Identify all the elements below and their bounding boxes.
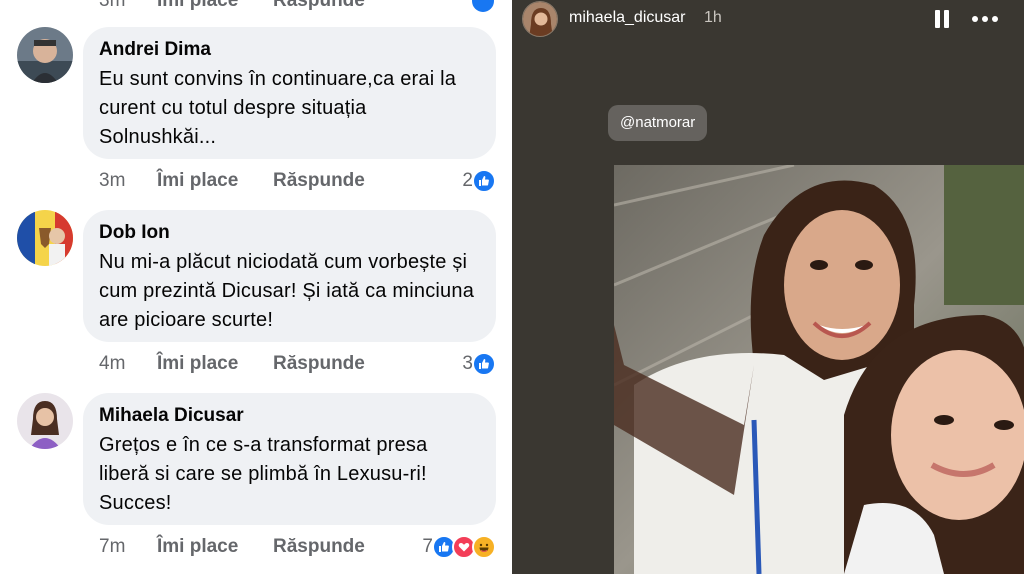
avatar[interactable]: [17, 393, 73, 449]
comment-time[interactable]: 7m: [99, 536, 157, 558]
story-avatar[interactable]: [522, 1, 558, 37]
comment-text: Grețos e în ce s-a transformat presa lib…: [99, 434, 428, 514]
like-link[interactable]: Îmi place: [157, 170, 273, 192]
reaction-summary[interactable]: 3: [462, 351, 496, 377]
story-photo: [614, 165, 1024, 574]
comment-time: 3m: [99, 0, 126, 11]
comment-bubble: Andrei Dima Eu sunt convins în continuar…: [83, 27, 496, 159]
like-link[interactable]: Îmi place: [157, 353, 273, 375]
comment-actions: 3m Îmi place Răspunde: [99, 168, 365, 194]
avatar-photo-icon: [17, 393, 73, 449]
like-icon: [472, 169, 496, 193]
avatar[interactable]: [17, 27, 73, 83]
reaction-summary[interactable]: 2: [462, 168, 496, 194]
like-icon: [472, 352, 496, 376]
mention-sticker[interactable]: @natmorar: [608, 105, 708, 141]
comment-bubble: Mihaela Dicusar Grețos e în ce s-a trans…: [83, 393, 496, 525]
reaction-badge[interactable]: [472, 0, 494, 12]
previous-comment-actions: 3m Îmi place Răspunde: [99, 0, 365, 11]
reply-link[interactable]: Răspunde: [273, 0, 365, 11]
comment-actions: 4m Îmi place Răspunde: [99, 351, 365, 377]
comment-bubble: Dob Ion Nu mi-a plăcut niciodată cum vor…: [83, 210, 496, 342]
reply-link[interactable]: Răspunde: [273, 353, 365, 375]
story-header: mihaela_dicusar 1h: [512, 0, 1024, 40]
reply-link[interactable]: Răspunde: [273, 170, 365, 192]
pause-icon[interactable]: [932, 8, 952, 30]
instagram-story-panel: mihaela_dicusar 1h @natmorar: [512, 0, 1024, 574]
story-username[interactable]: mihaela_dicusar: [569, 9, 686, 27]
story-time: 1h: [704, 9, 722, 26]
profile-photo-icon: [523, 2, 557, 36]
comment-time[interactable]: 3m: [99, 170, 157, 192]
reaction-summary[interactable]: 7: [422, 534, 496, 560]
more-options-icon[interactable]: [970, 9, 1000, 29]
comment-time[interactable]: 4m: [99, 353, 157, 375]
like-link[interactable]: Îmi place: [157, 0, 273, 11]
selfie-photo-icon: [614, 165, 1024, 574]
like-link[interactable]: Îmi place: [157, 536, 273, 558]
haha-icon: [472, 535, 496, 559]
comment-actions: 7m Îmi place Răspunde: [99, 534, 365, 560]
avatar[interactable]: [17, 210, 73, 266]
comment-text: Nu mi-a plăcut niciodată cum vorbește și…: [99, 251, 475, 331]
comment-author[interactable]: Dob Ion: [99, 222, 480, 244]
facebook-comments-panel: 3m Îmi place Răspunde Andrei Dima Eu sun…: [0, 0, 512, 574]
comment-author[interactable]: Andrei Dima: [99, 39, 480, 61]
avatar-photo-icon: [17, 27, 73, 83]
flag-avatar-icon: [17, 210, 73, 266]
comment-author[interactable]: Mihaela Dicusar: [99, 405, 480, 427]
reply-link[interactable]: Răspunde: [273, 536, 365, 558]
comment-text: Eu sunt convins în continuare,ca erai la…: [99, 68, 457, 148]
